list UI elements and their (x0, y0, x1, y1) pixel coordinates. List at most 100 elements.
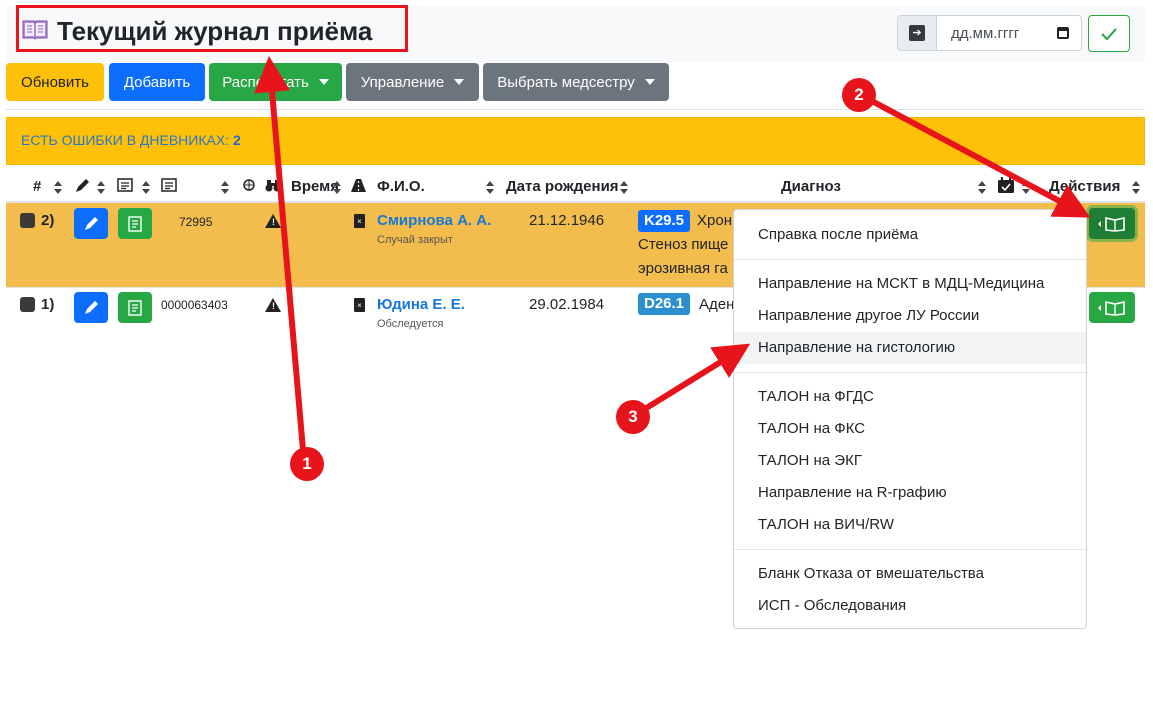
chevron-down-icon (318, 79, 329, 85)
column-header-number[interactable]: # (33, 178, 41, 195)
annotation-badge: 2 (842, 78, 876, 112)
case-status: Случай закрыт (377, 234, 453, 246)
diary-button[interactable] (118, 292, 152, 323)
note-icon (128, 215, 142, 232)
file-close-icon: × (354, 298, 365, 312)
refresh-button[interactable]: Обновить (6, 63, 104, 101)
annotation-badge: 3 (616, 400, 650, 434)
sort-icon[interactable] (54, 181, 62, 195)
warning-icon: ! (265, 214, 281, 228)
row-index: 1) (41, 296, 55, 313)
diagnosis-text: Хрон (697, 212, 732, 229)
actions-dropdown-button[interactable] (1089, 208, 1135, 239)
date-input[interactable]: дд.мм.гггг (937, 15, 1082, 51)
patient-name-link[interactable]: Юдина Е. Е. (377, 296, 465, 313)
menu-item-fgds-ticket[interactable]: ТАЛОН на ФГДС (734, 381, 1086, 413)
alert-count[interactable]: 2 (233, 132, 241, 148)
sort-icon[interactable] (1022, 181, 1030, 195)
calendar-check-icon (998, 177, 1014, 193)
row-checkbox[interactable] (20, 297, 35, 312)
annotation-arrow (638, 343, 751, 415)
menu-item-hiv-ticket[interactable]: ТАЛОН на ВИЧ/RW (734, 509, 1086, 541)
card-icon (161, 178, 177, 192)
column-header-name[interactable]: Ф.И.О. (377, 178, 425, 195)
column-header-diagnosis[interactable]: Диагноз (781, 178, 841, 195)
check-icon (1101, 27, 1117, 40)
record-number: 72995 (179, 215, 213, 229)
chevron-down-icon (644, 79, 655, 85)
date-prev-button[interactable]: ➔ (897, 15, 937, 51)
case-status: Обследуется (377, 318, 444, 330)
row-index: 2) (41, 212, 55, 229)
date-input-placeholder: дд.мм.гггг (951, 24, 1020, 42)
date-filter: ➔ дд.мм.гггг (897, 15, 1082, 51)
sort-icon[interactable] (620, 181, 628, 195)
annotation-badge: 1 (290, 447, 324, 481)
sort-icon[interactable] (486, 181, 494, 195)
column-header-time[interactable]: Время (291, 178, 339, 195)
warning-icon: ! (265, 298, 281, 312)
sort-icon[interactable] (97, 181, 105, 195)
book-open-icon (1098, 216, 1125, 232)
patient-name-link[interactable]: Смирнова А. А. (377, 212, 491, 229)
column-header-dob[interactable]: Дата рождения (506, 178, 619, 195)
diagnosis-code-badge: D26.1 (638, 293, 691, 315)
sort-icon[interactable] (1132, 181, 1140, 195)
road-icon (351, 179, 366, 192)
sort-icon[interactable] (142, 181, 150, 195)
binoculars-icon (265, 180, 281, 192)
menu-item-ecg-ticket[interactable]: ТАЛОН на ЭКГ (734, 445, 1086, 477)
menu-item-fks-ticket[interactable]: ТАЛОН на ФКС (734, 413, 1086, 445)
column-header-actions[interactable]: Действия (1049, 178, 1120, 195)
pen-icon (85, 216, 98, 230)
diary-button[interactable] (118, 208, 152, 239)
divider (6, 109, 1145, 110)
alert-text: ЕСТЬ ОШИБКИ В ДНЕВНИКАХ: 2 (21, 132, 241, 148)
refresh-label: Обновить (21, 73, 89, 91)
menu-item-xray-referral[interactable]: Направление на R-графию (734, 477, 1086, 509)
actions-dropdown-button[interactable] (1089, 292, 1135, 323)
select-nurse-dropdown-button[interactable]: Выбрать медсестру (483, 63, 669, 101)
record-number: 0000063403 (161, 298, 228, 312)
sort-icon[interactable] (221, 181, 229, 195)
alert-label: ЕСТЬ ОШИБКИ В ДНЕВНИКАХ: (21, 132, 233, 148)
menu-divider (734, 549, 1086, 550)
pen-icon (76, 179, 89, 192)
menu-item-visit-certificate[interactable]: Справка после приёма (734, 219, 1086, 251)
menu-divider (734, 259, 1086, 260)
menu-item-isp-examination[interactable]: ИСП - Обследования (734, 590, 1086, 622)
diary-errors-alert: ЕСТЬ ОШИБКИ В ДНЕВНИКАХ: 2 (6, 117, 1145, 165)
calendar-icon[interactable] (1057, 27, 1069, 39)
confirm-date-button[interactable] (1088, 15, 1130, 52)
note-icon (128, 299, 142, 316)
menu-item-other-referral[interactable]: Направление другое ЛУ России (734, 300, 1086, 332)
sort-icon[interactable] (978, 181, 986, 195)
page-title: Текущий журнал приёма (57, 16, 373, 46)
edit-button[interactable] (74, 208, 108, 239)
file-close-icon: × (354, 214, 365, 228)
add-button[interactable]: Добавить (109, 63, 205, 101)
diagnosis-text: Стеноз пище (638, 236, 729, 253)
menu-item-refusal-form[interactable]: Бланк Отказа от вмешательства (734, 558, 1086, 590)
card-icon (117, 178, 133, 192)
pen-icon (85, 300, 98, 314)
row-checkbox[interactable] (20, 213, 35, 228)
actions-dropdown-menu: Справка после приёма Направление на МСКТ… (733, 209, 1087, 629)
sort-icon[interactable] (333, 181, 341, 195)
edit-button[interactable] (74, 292, 108, 323)
manage-dropdown-button[interactable]: Управление (346, 63, 479, 101)
book-icon (22, 20, 48, 40)
menu-item-msct-referral[interactable]: Направление на МСКТ в МДЦ-Медицина (734, 268, 1086, 300)
print-dropdown-button[interactable]: Распечатать (209, 63, 342, 101)
nurse-label: Выбрать медсестру (497, 73, 635, 91)
menu-item-histology-referral[interactable]: Направление на гистологию (734, 332, 1086, 364)
diagnosis-code-badge: K29.5 (638, 210, 691, 232)
globe-icon (243, 179, 255, 191)
diagnosis-text: Аден (699, 296, 733, 313)
menu-divider (734, 372, 1086, 373)
add-label: Добавить (123, 73, 191, 91)
chevron-down-icon (454, 79, 465, 85)
birth-date: 21.12.1946 (529, 212, 605, 229)
book-open-icon (1098, 300, 1125, 316)
birth-date: 29.02.1984 (529, 296, 605, 313)
